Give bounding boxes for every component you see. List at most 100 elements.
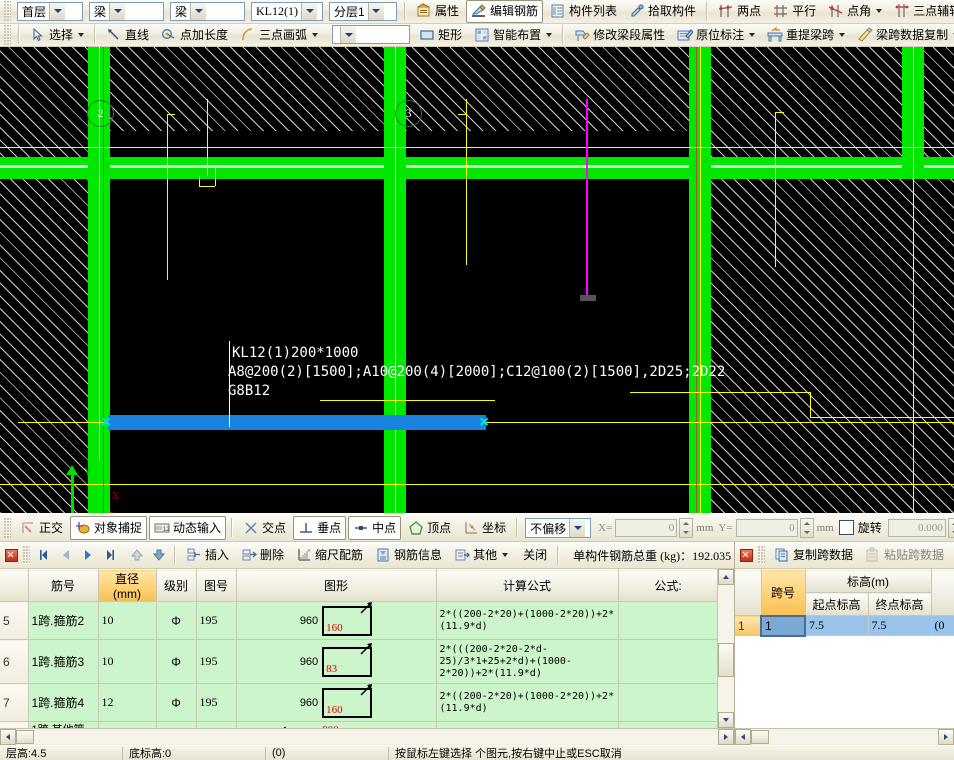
close-icon[interactable] bbox=[740, 549, 753, 562]
span-grid-hscrollbar[interactable] bbox=[735, 728, 954, 745]
col-formula-desc[interactable]: 公式: bbox=[618, 570, 718, 602]
vscroll-track-bottom[interactable] bbox=[718, 677, 734, 712]
pick-component-button[interactable]: 拾取构件 bbox=[624, 0, 701, 23]
modify-beam-segment-button[interactable]: 修改梁段属性 bbox=[569, 24, 670, 47]
chevron-down-icon[interactable] bbox=[546, 33, 552, 37]
hscroll-track[interactable] bbox=[34, 730, 718, 744]
insert-button[interactable]: 插入 bbox=[181, 544, 234, 567]
chevron-down-icon[interactable] bbox=[340, 26, 356, 43]
chevron-down-icon[interactable] bbox=[502, 553, 508, 557]
rectangle-button[interactable]: 矩形 bbox=[414, 24, 467, 47]
chevron-down-icon[interactable] bbox=[49, 3, 65, 20]
component-type-combo[interactable]: 梁 bbox=[89, 2, 164, 21]
rebar-grid-wrap[interactable]: 筋号 直径(mm) 级别 图号 图形 计算公式 公式: 5 bbox=[0, 569, 734, 728]
row-index[interactable]: 1 bbox=[735, 616, 761, 636]
axis-bubble-3-top[interactable]: 3 bbox=[395, 100, 422, 127]
object-snap-toggle[interactable]: 对象捕捉 bbox=[70, 516, 147, 540]
table-row[interactable]: 7 1跨.箍筋4 12 Φ 195 960 160 bbox=[0, 684, 718, 722]
first-record-button[interactable] bbox=[34, 545, 54, 565]
three-point-aux-axis-button[interactable]: 三点辅轴 bbox=[889, 0, 954, 23]
three-point-arc-button[interactable]: 三点画弧 bbox=[235, 24, 323, 47]
rebar-formula-desc[interactable] bbox=[618, 722, 718, 728]
cad-canvas[interactable]: × × Y X 2 3 2 3 KL12(1)200*1000 A8@200(2… bbox=[0, 47, 954, 513]
next-record-button[interactable] bbox=[78, 545, 98, 565]
rotate-stepper[interactable] bbox=[948, 518, 954, 538]
close-icon[interactable] bbox=[5, 549, 18, 562]
chevron-down-icon[interactable] bbox=[312, 33, 318, 37]
hscroll-track[interactable] bbox=[769, 730, 938, 744]
rebar-grid-hscrollbar[interactable] bbox=[0, 728, 734, 745]
point-angle-button[interactable]: 点角 bbox=[823, 0, 887, 23]
offset-y-input[interactable]: 0 bbox=[736, 519, 798, 537]
other-button[interactable]: 其他 bbox=[449, 544, 513, 567]
beam-horizontal-top[interactable] bbox=[0, 157, 954, 179]
col-rebar-name[interactable]: 筋号 bbox=[28, 570, 98, 602]
table-row[interactable]: 1 1 7.5 7.5 (0 bbox=[735, 616, 954, 636]
scroll-right-icon[interactable] bbox=[938, 729, 954, 745]
rebar-formula[interactable]: 2*((200-2*20)+(1000-2*20))+2*(11.9*d) bbox=[436, 602, 618, 640]
col-grade[interactable]: 级别 bbox=[156, 570, 196, 602]
rebar-grid-vscrollbar[interactable] bbox=[717, 569, 734, 728]
rebar-shape[interactable]: 120 800 bbox=[236, 722, 436, 728]
snap-vertex[interactable]: 顶点 bbox=[403, 516, 456, 540]
col-span-no[interactable]: 跨号 bbox=[761, 570, 805, 616]
rotate-input[interactable]: 0.000 bbox=[888, 519, 946, 537]
row-index[interactable]: 7 bbox=[0, 684, 28, 722]
snap-midpoint[interactable]: 中点 bbox=[348, 516, 401, 540]
properties-button[interactable]: 属性 bbox=[411, 0, 464, 23]
edit-rebar-button[interactable]: 编辑钢筋 bbox=[466, 0, 543, 23]
rebar-formula-desc[interactable] bbox=[618, 684, 718, 722]
parallel-button[interactable]: 平行 bbox=[768, 0, 821, 23]
component-subtype-combo[interactable]: 梁 bbox=[170, 2, 245, 21]
dynamic-input-toggle[interactable]: 12 动态输入 bbox=[149, 516, 226, 540]
rebar-grade[interactable]: Φ bbox=[156, 640, 196, 684]
rebar-grade[interactable]: Φ bbox=[156, 684, 196, 722]
col-formula[interactable]: 计算公式 bbox=[436, 570, 618, 602]
col-rownum[interactable] bbox=[0, 570, 28, 602]
two-point-button[interactable]: 两点 bbox=[713, 0, 766, 23]
snap-coordinate[interactable]: 坐标 bbox=[458, 516, 511, 540]
offset-x-input[interactable]: 0 bbox=[615, 519, 677, 537]
shape-combo[interactable] bbox=[332, 25, 410, 44]
vscroll-thumb[interactable] bbox=[718, 643, 734, 677]
chevron-down-icon[interactable] bbox=[190, 3, 206, 20]
offset-combo[interactable]: 不偏移 bbox=[525, 518, 591, 538]
rebar-name[interactable]: 1跨.箍筋4 bbox=[28, 684, 98, 722]
move-up-button[interactable] bbox=[127, 545, 147, 565]
col-drawing-no[interactable]: 图号 bbox=[196, 570, 236, 602]
rebar-drawing-no[interactable]: 195 bbox=[196, 684, 236, 722]
col-diameter[interactable]: 直径(mm) bbox=[98, 570, 156, 602]
rotate-checkbox[interactable] bbox=[839, 520, 854, 535]
hscroll-thumb[interactable] bbox=[16, 730, 34, 744]
smart-layout-button[interactable]: 智能布置 bbox=[469, 24, 557, 47]
col-span-rownum[interactable] bbox=[735, 570, 761, 616]
rebar-formula-desc[interactable] bbox=[618, 602, 718, 640]
component-list-button[interactable]: 构件列表 bbox=[545, 0, 622, 23]
rebar-shape[interactable]: 960 83 bbox=[236, 640, 436, 684]
row-index[interactable]: 5 bbox=[0, 602, 28, 640]
point-plus-length-button[interactable]: 点加长度 bbox=[156, 24, 233, 47]
rebar-formula[interactable]: 2*(((200-2*20-2*d-25)/3*1+25+2*d)+(1000-… bbox=[436, 640, 618, 684]
rebar-grade[interactable]: Φ bbox=[156, 602, 196, 640]
scroll-right-icon[interactable] bbox=[718, 729, 734, 745]
in-situ-annotation-button[interactable]: 原位标注 bbox=[672, 24, 760, 47]
scroll-up-icon[interactable] bbox=[718, 569, 734, 585]
selected-beam-segment[interactable] bbox=[108, 415, 486, 430]
scroll-down-icon[interactable] bbox=[718, 712, 734, 728]
scroll-left-icon[interactable] bbox=[735, 729, 751, 745]
col-start-elevation[interactable]: 起点标高 bbox=[805, 593, 868, 616]
snapbar-grip[interactable] bbox=[4, 518, 11, 538]
offset-x-stepper[interactable] bbox=[679, 518, 693, 538]
chevron-down-icon[interactable] bbox=[78, 33, 84, 37]
chevron-down-icon[interactable] bbox=[368, 3, 384, 20]
row-index[interactable]: 8 bbox=[0, 722, 28, 728]
table-row[interactable]: 8 1跨.其他箍筋1 20 Φ 18 120 bbox=[0, 722, 718, 728]
layer-combo[interactable]: 分层1 bbox=[329, 2, 397, 21]
paste-span-data-button[interactable]: 粘贴跨数据 bbox=[860, 544, 949, 567]
rebar-shape[interactable]: 960 160 bbox=[236, 684, 436, 722]
toolbar-grip[interactable] bbox=[4, 25, 11, 45]
copy-span-data-button[interactable]: 复制跨数据 bbox=[769, 544, 858, 567]
span-extra-cell[interactable]: (0 bbox=[931, 616, 954, 636]
toolbar-grip[interactable] bbox=[4, 1, 11, 21]
close-panel-button[interactable]: 关闭 bbox=[515, 544, 552, 567]
